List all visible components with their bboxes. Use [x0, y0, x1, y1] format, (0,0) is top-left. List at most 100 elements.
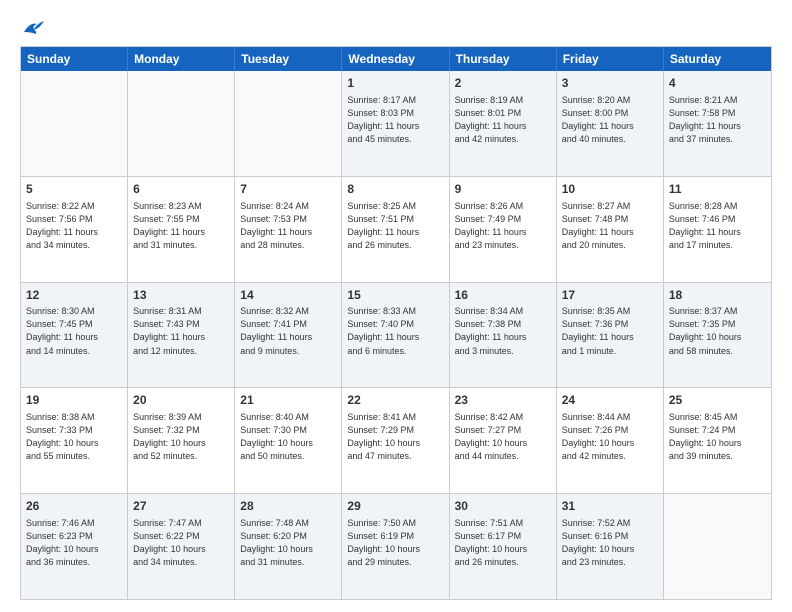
- day-number: 12: [26, 287, 122, 304]
- calendar-cell-4-2: 28Sunrise: 7:48 AMSunset: 6:20 PMDayligh…: [235, 494, 342, 599]
- calendar-body: 1 Sunrise: 8:17 AMSunset: 8:03 PMDaylight…: [21, 71, 771, 599]
- day-number: 10: [562, 181, 658, 198]
- calendar-cell-3-5: 24 Sunrise: 8:44 AMSunset: 7:26 PMDayligh…: [557, 388, 664, 493]
- calendar: SundayMondayTuesdayWednesdayThursdayFrid…: [20, 46, 772, 600]
- calendar-header-cell-monday: Monday: [128, 47, 235, 71]
- page: SundayMondayTuesdayWednesdayThursdayFrid…: [0, 0, 792, 612]
- day-number: 7: [240, 181, 336, 198]
- day-number: 14: [240, 287, 336, 304]
- calendar-cell-4-6: [664, 494, 771, 599]
- day-number: 30: [455, 498, 551, 515]
- calendar-cell-0-2: [235, 71, 342, 176]
- calendar-week-0: 1 Sunrise: 8:17 AMSunset: 8:03 PMDaylight…: [21, 71, 771, 176]
- calendar-cell-0-1: [128, 71, 235, 176]
- calendar-cell-1-3: 8 Sunrise: 8:25 AMSunset: 7:51 PMDaylight…: [342, 177, 449, 282]
- cell-info: Sunrise: 8:20 AMSunset: 8:00 PMDaylight:…: [562, 94, 658, 146]
- calendar-header-cell-sunday: Sunday: [21, 47, 128, 71]
- cell-info: Sunrise: 8:44 AMSunset: 7:26 PMDaylight:…: [562, 411, 658, 463]
- cell-info: Sunrise: 8:45 AMSunset: 7:24 PMDaylight:…: [669, 411, 766, 463]
- calendar-cell-0-0: [21, 71, 128, 176]
- cell-info: Sunrise: 8:31 AMSunset: 7:43 PMDaylight:…: [133, 305, 229, 357]
- cell-info: Sunrise: 7:47 AMSunset: 6:22 PMDaylight:…: [133, 517, 229, 569]
- cell-info: Sunrise: 8:17 AMSunset: 8:03 PMDaylight:…: [347, 94, 443, 146]
- logo: [20, 18, 44, 36]
- cell-info: Sunrise: 8:37 AMSunset: 7:35 PMDaylight:…: [669, 305, 766, 357]
- day-number: 20: [133, 392, 229, 409]
- calendar-week-3: 19 Sunrise: 8:38 AMSunset: 7:33 PMDayligh…: [21, 387, 771, 493]
- day-number: 3: [562, 75, 658, 92]
- cell-info: Sunrise: 8:26 AMSunset: 7:49 PMDaylight:…: [455, 200, 551, 252]
- calendar-cell-1-1: 6Sunrise: 8:23 AMSunset: 7:55 PMDaylight…: [128, 177, 235, 282]
- cell-info: Sunrise: 7:50 AMSunset: 6:19 PMDaylight:…: [347, 517, 443, 569]
- calendar-cell-3-2: 21 Sunrise: 8:40 AMSunset: 7:30 PMDayligh…: [235, 388, 342, 493]
- cell-info: Sunrise: 8:41 AMSunset: 7:29 PMDaylight:…: [347, 411, 443, 463]
- day-number: 21: [240, 392, 336, 409]
- cell-info: Sunrise: 8:33 AMSunset: 7:40 PMDaylight:…: [347, 305, 443, 357]
- calendar-header-cell-saturday: Saturday: [664, 47, 771, 71]
- calendar-week-1: 5Sunrise: 8:22 AMSunset: 7:56 PMDaylight…: [21, 176, 771, 282]
- day-number: 4: [669, 75, 766, 92]
- calendar-cell-0-5: 3 Sunrise: 8:20 AMSunset: 8:00 PMDaylight…: [557, 71, 664, 176]
- calendar-header-cell-tuesday: Tuesday: [235, 47, 342, 71]
- calendar-cell-1-5: 10 Sunrise: 8:27 AMSunset: 7:48 PMDayligh…: [557, 177, 664, 282]
- cell-info: Sunrise: 8:32 AMSunset: 7:41 PMDaylight:…: [240, 305, 336, 357]
- calendar-cell-1-2: 7 Sunrise: 8:24 AMSunset: 7:53 PMDaylight…: [235, 177, 342, 282]
- calendar-cell-1-4: 9 Sunrise: 8:26 AMSunset: 7:49 PMDaylight…: [450, 177, 557, 282]
- calendar-week-2: 12Sunrise: 8:30 AMSunset: 7:45 PMDayligh…: [21, 282, 771, 388]
- cell-info: Sunrise: 8:19 AMSunset: 8:01 PMDaylight:…: [455, 94, 551, 146]
- cell-info: Sunrise: 8:24 AMSunset: 7:53 PMDaylight:…: [240, 200, 336, 252]
- day-number: 11: [669, 181, 766, 198]
- day-number: 1: [347, 75, 443, 92]
- cell-info: Sunrise: 8:35 AMSunset: 7:36 PMDaylight:…: [562, 305, 658, 357]
- calendar-cell-1-6: 11 Sunrise: 8:28 AMSunset: 7:46 PMDayligh…: [664, 177, 771, 282]
- calendar-week-4: 26Sunrise: 7:46 AMSunset: 6:23 PMDayligh…: [21, 493, 771, 599]
- day-number: 19: [26, 392, 122, 409]
- day-number: 8: [347, 181, 443, 198]
- day-number: 13: [133, 287, 229, 304]
- day-number: 9: [455, 181, 551, 198]
- calendar-cell-0-4: 2 Sunrise: 8:19 AMSunset: 8:01 PMDaylight…: [450, 71, 557, 176]
- calendar-cell-0-6: 4 Sunrise: 8:21 AMSunset: 7:58 PMDaylight…: [664, 71, 771, 176]
- cell-info: Sunrise: 7:51 AMSunset: 6:17 PMDaylight:…: [455, 517, 551, 569]
- cell-info: Sunrise: 8:28 AMSunset: 7:46 PMDaylight:…: [669, 200, 766, 252]
- cell-info: Sunrise: 7:46 AMSunset: 6:23 PMDaylight:…: [26, 517, 122, 569]
- cell-info: Sunrise: 8:25 AMSunset: 7:51 PMDaylight:…: [347, 200, 443, 252]
- calendar-cell-0-3: 1 Sunrise: 8:17 AMSunset: 8:03 PMDaylight…: [342, 71, 449, 176]
- day-number: 24: [562, 392, 658, 409]
- calendar-cell-3-6: 25 Sunrise: 8:45 AMSunset: 7:24 PMDayligh…: [664, 388, 771, 493]
- day-number: 15: [347, 287, 443, 304]
- day-number: 31: [562, 498, 658, 515]
- calendar-cell-3-0: 19 Sunrise: 8:38 AMSunset: 7:33 PMDayligh…: [21, 388, 128, 493]
- day-number: 22: [347, 392, 443, 409]
- cell-info: Sunrise: 8:42 AMSunset: 7:27 PMDaylight:…: [455, 411, 551, 463]
- calendar-cell-4-4: 30 Sunrise: 7:51 AMSunset: 6:17 PMDayligh…: [450, 494, 557, 599]
- calendar-header-cell-friday: Friday: [557, 47, 664, 71]
- calendar-cell-2-1: 13Sunrise: 8:31 AMSunset: 7:43 PMDayligh…: [128, 283, 235, 388]
- day-number: 25: [669, 392, 766, 409]
- header: [20, 18, 772, 36]
- calendar-cell-2-3: 15Sunrise: 8:33 AMSunset: 7:40 PMDayligh…: [342, 283, 449, 388]
- day-number: 28: [240, 498, 336, 515]
- calendar-cell-3-4: 23 Sunrise: 8:42 AMSunset: 7:27 PMDayligh…: [450, 388, 557, 493]
- cell-info: Sunrise: 8:27 AMSunset: 7:48 PMDaylight:…: [562, 200, 658, 252]
- calendar-cell-1-0: 5Sunrise: 8:22 AMSunset: 7:56 PMDaylight…: [21, 177, 128, 282]
- calendar-cell-4-0: 26Sunrise: 7:46 AMSunset: 6:23 PMDayligh…: [21, 494, 128, 599]
- cell-info: Sunrise: 8:34 AMSunset: 7:38 PMDaylight:…: [455, 305, 551, 357]
- cell-info: Sunrise: 8:40 AMSunset: 7:30 PMDaylight:…: [240, 411, 336, 463]
- cell-info: Sunrise: 8:21 AMSunset: 7:58 PMDaylight:…: [669, 94, 766, 146]
- cell-info: Sunrise: 8:38 AMSunset: 7:33 PMDaylight:…: [26, 411, 122, 463]
- calendar-cell-2-5: 17Sunrise: 8:35 AMSunset: 7:36 PMDayligh…: [557, 283, 664, 388]
- day-number: 23: [455, 392, 551, 409]
- cell-info: Sunrise: 7:52 AMSunset: 6:16 PMDaylight:…: [562, 517, 658, 569]
- day-number: 29: [347, 498, 443, 515]
- day-number: 18: [669, 287, 766, 304]
- calendar-cell-3-1: 20Sunrise: 8:39 AMSunset: 7:32 PMDayligh…: [128, 388, 235, 493]
- calendar-cell-2-4: 16Sunrise: 8:34 AMSunset: 7:38 PMDayligh…: [450, 283, 557, 388]
- day-number: 2: [455, 75, 551, 92]
- day-number: 27: [133, 498, 229, 515]
- cell-info: Sunrise: 8:23 AMSunset: 7:55 PMDaylight:…: [133, 200, 229, 252]
- cell-info: Sunrise: 8:30 AMSunset: 7:45 PMDaylight:…: [26, 305, 122, 357]
- day-number: 17: [562, 287, 658, 304]
- cell-info: Sunrise: 8:22 AMSunset: 7:56 PMDaylight:…: [26, 200, 122, 252]
- logo-bird-icon: [22, 18, 44, 36]
